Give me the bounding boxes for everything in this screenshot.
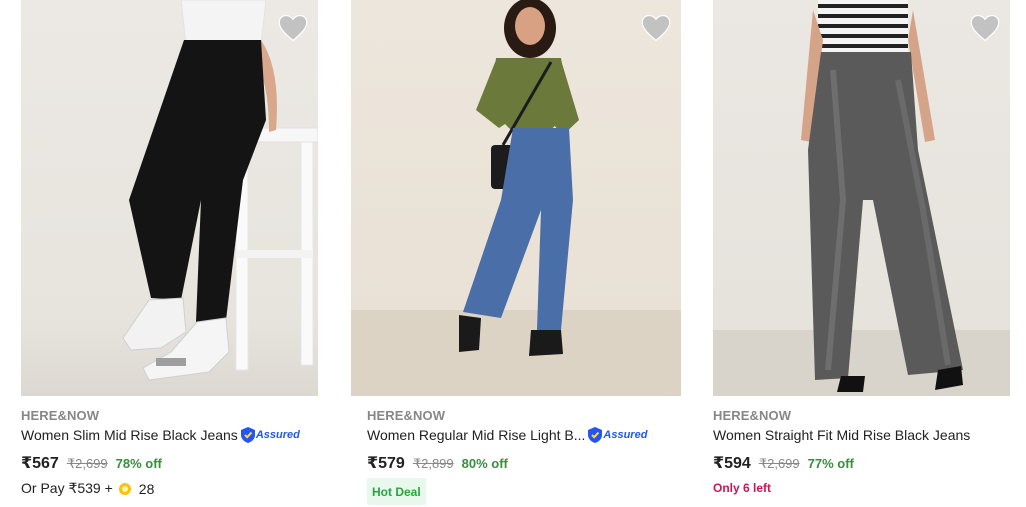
product-photo [351, 0, 681, 396]
pay-with-coins-text: Or Pay ₹539 + [21, 480, 113, 496]
product-card[interactable]: HERE&NOW Women Regular Mid Rise Light B.… [351, 0, 681, 505]
original-price: ₹2,699 [66, 456, 108, 471]
product-title[interactable]: Women Regular Mid Rise Light B... [367, 427, 585, 443]
hot-deal-badge: Hot Deal [367, 478, 426, 505]
wishlist-heart-icon[interactable] [278, 14, 308, 42]
brand-name: HERE&NOW [713, 408, 792, 423]
coin-count: 28 [138, 480, 155, 497]
product-image[interactable] [351, 0, 681, 396]
assured-label: Assured [255, 429, 300, 441]
brand-name: HERE&NOW [21, 408, 100, 423]
selling-price: ₹594 [713, 455, 751, 472]
assured-badge: Assured [588, 427, 647, 443]
selling-price: ₹567 [21, 455, 59, 472]
brand-name: HERE&NOW [367, 408, 446, 423]
wishlist-heart-icon[interactable] [641, 14, 671, 42]
product-photo [713, 0, 1010, 396]
original-price: ₹2,899 [412, 456, 454, 471]
product-photo [122, 0, 318, 381]
product-card[interactable]: HERE&NOW Women Slim Mid Rise Black Jeans… [21, 0, 318, 497]
product-card[interactable]: HERE&NOW Women Straight Fit Mid Rise Bla… [713, 0, 1010, 495]
product-image[interactable] [713, 0, 1010, 396]
assured-shield-icon [588, 427, 603, 443]
stock-note: Only 6 left [713, 481, 772, 495]
product-title[interactable]: Women Straight Fit Mid Rise Black Jeans [713, 427, 970, 443]
product-image[interactable] [21, 0, 318, 396]
wishlist-heart-icon[interactable] [970, 14, 1000, 42]
original-price: ₹2,699 [758, 456, 800, 471]
assured-badge: Assured [240, 427, 300, 443]
supercoin-icon [118, 482, 131, 495]
discount-label: 78% off [115, 456, 162, 471]
discount-label: 77% off [807, 456, 854, 471]
discount-label: 80% off [461, 456, 508, 471]
selling-price: ₹579 [367, 455, 405, 472]
assured-shield-icon [240, 427, 255, 443]
assured-label: Assured [603, 429, 648, 441]
product-title[interactable]: Women Slim Mid Rise Black Jeans [21, 427, 238, 443]
